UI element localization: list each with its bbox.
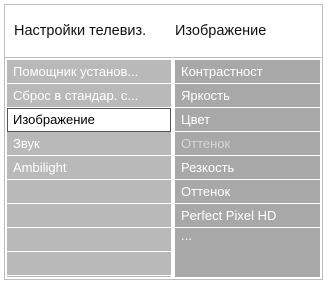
submenu-item-label: Контрастност bbox=[181, 64, 263, 79]
submenu-item-label: Цвет bbox=[181, 112, 211, 127]
submenu-item-contrast[interactable]: Контрастност bbox=[175, 60, 320, 84]
menu-item-setup-assistant[interactable]: Помощник установ... bbox=[7, 60, 171, 84]
left-menu-column: Помощник установ... Сброс в стандар. с..… bbox=[7, 60, 171, 277]
menu-item-sound[interactable]: Звук bbox=[7, 132, 171, 156]
empty-row bbox=[7, 252, 171, 276]
submenu-item-hue-disabled: Оттенок bbox=[175, 132, 320, 156]
empty-row bbox=[7, 180, 171, 204]
menu-item-label: Ambilight bbox=[13, 160, 67, 175]
right-menu-column: Контрастност Яркость Цвет Оттенок Резкос… bbox=[175, 60, 320, 277]
menu-item-reset-defaults[interactable]: Сброс в стандар. с... bbox=[7, 84, 171, 108]
submenu-item-label: Резкость bbox=[181, 160, 235, 175]
empty-row bbox=[7, 204, 171, 228]
empty-row bbox=[7, 228, 171, 252]
submenu-item-brightness[interactable]: Яркость bbox=[175, 84, 320, 108]
menu-item-label: Помощник установ... bbox=[13, 64, 139, 79]
submenu-item-label: Яркость bbox=[181, 88, 230, 103]
submenu-item-label: Оттенок bbox=[181, 184, 231, 199]
menu-header: Настройки телевиз. Изображение bbox=[5, 5, 322, 58]
tv-settings-menu: Настройки телевиз. Изображение Помощник … bbox=[4, 4, 323, 280]
menu-title-picture: Изображение bbox=[175, 23, 267, 39]
submenu-item-color[interactable]: Цвет bbox=[175, 108, 320, 132]
submenu-more-row[interactable]: ... bbox=[175, 228, 320, 252]
menu-item-ambilight[interactable]: Ambilight bbox=[7, 156, 171, 180]
submenu-item-tint[interactable]: Оттенок bbox=[175, 180, 320, 204]
menu-item-label: Сброс в стандар. с... bbox=[13, 88, 139, 103]
menu-item-picture[interactable]: Изображение bbox=[7, 108, 171, 132]
menu-item-label: Изображение bbox=[13, 112, 95, 127]
menu-title-tv-settings: Настройки телевиз. bbox=[14, 23, 147, 39]
menu-item-label: Звук bbox=[13, 136, 40, 151]
more-indicator: ... bbox=[181, 228, 192, 243]
submenu-item-label: Оттенок bbox=[181, 136, 231, 151]
submenu-item-sharpness[interactable]: Резкость bbox=[175, 156, 320, 180]
submenu-item-perfect-pixel-hd[interactable]: Perfect Pixel HD bbox=[175, 204, 320, 228]
submenu-item-label: Perfect Pixel HD bbox=[181, 208, 277, 223]
